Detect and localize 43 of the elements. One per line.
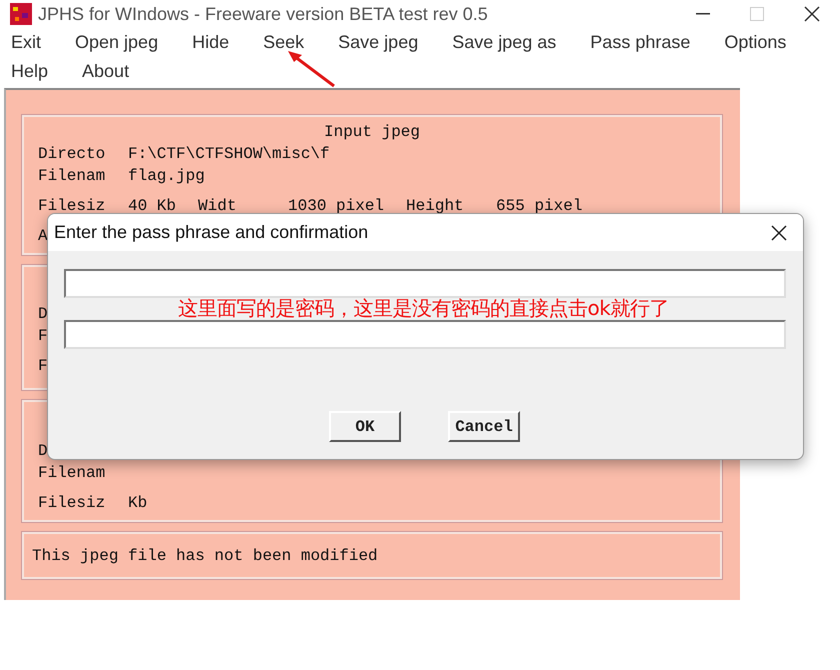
field-label: D [38,442,48,460]
field-value: F:\CTF\CTFSHOW\misc\f [128,145,330,163]
menu-item[interactable]: Options [724,32,786,53]
menu-item[interactable]: Save jpeg [338,32,418,53]
app-icon [10,3,32,25]
panel-title: Input jpeg [322,123,421,143]
dialog-button[interactable]: Cancel [448,411,520,442]
field-label: F [38,327,48,345]
maximize-icon [750,7,764,21]
dialog-title: Enter the pass phrase and confirmation [54,222,368,243]
menu-item[interactable]: Hide [192,32,230,53]
field-label: D [38,305,48,323]
menu-item[interactable]: Seek [263,32,304,53]
input-field[interactable] [64,269,786,298]
field-value: 40 Kb [128,197,176,215]
field-label: Height [406,197,465,215]
menu-item[interactable]: Save jpeg as [452,32,556,53]
field-label: Filenam [38,167,106,185]
close-icon[interactable] [804,6,820,22]
menu-item[interactable]: Help [11,61,48,82]
field-label: Filesiz [38,197,106,215]
field-value: 655 pixel [496,197,582,215]
close-icon[interactable] [771,224,787,240]
field-value: 1030 pixel [288,197,384,215]
annotation-text: 这里面写的是密码，这里是没有密码的直接点击ok就行了 [178,295,669,322]
field-label: A [38,227,48,245]
field-label: Directo [38,145,106,163]
field-label: Filesiz [38,494,106,512]
field-label: F [38,357,48,375]
dialog-button[interactable]: OK [329,411,401,442]
field-value: Kb [128,494,148,512]
menu-item[interactable]: Exit [11,32,42,53]
field-label: Filenam [38,464,106,482]
minimize-icon[interactable] [696,13,710,15]
window-title: JPHS for WIndows - Freeware version BETA test rev 0.5 [38,4,488,24]
field-value: flag.jpg [128,167,205,185]
field-label: Widt [198,197,238,215]
input-field[interactable] [64,320,786,349]
menu-item[interactable]: Pass phrase [590,32,690,53]
menu-item[interactable]: About [82,61,130,82]
arrow-icon [286,48,336,88]
menu-item[interactable]: Open jpeg [75,32,158,53]
field-label: This jpeg file has not been modified [32,546,378,564]
